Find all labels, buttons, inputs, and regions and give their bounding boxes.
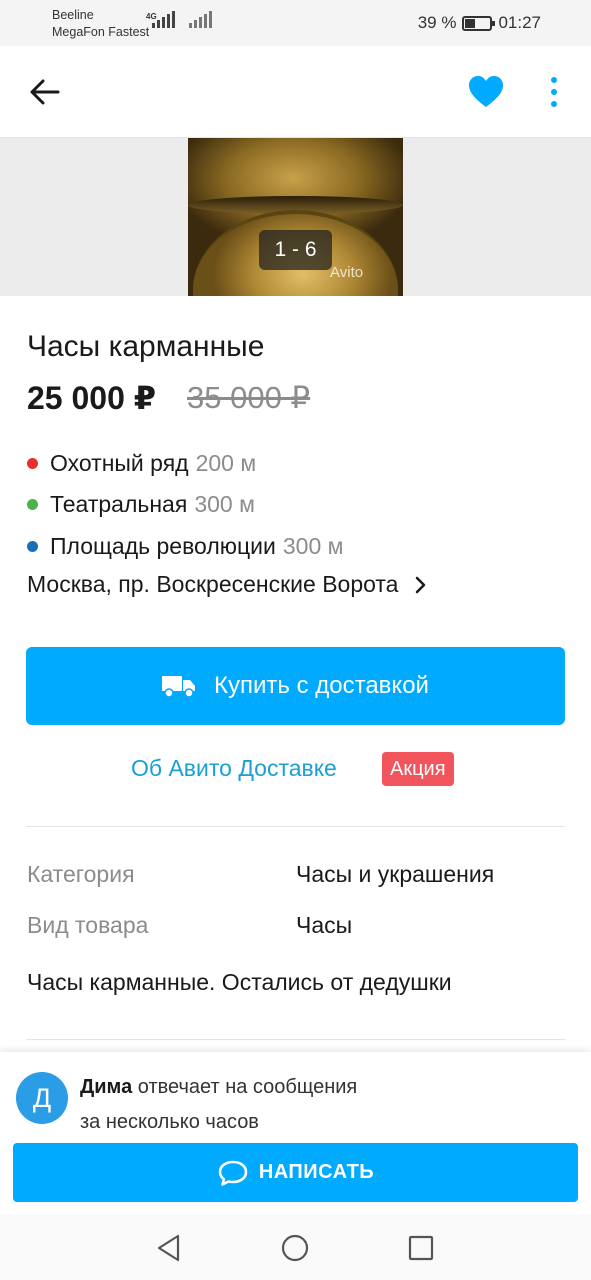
signal-1-icon <box>152 11 175 28</box>
signal-icons <box>146 11 212 28</box>
metro-distance: 200 м <box>195 450 257 476</box>
metro-line-dot <box>27 541 38 552</box>
param-value: Часы и украшения <box>296 861 495 887</box>
heart-icon[interactable] <box>466 74 506 110</box>
signal-2-icon <box>189 11 212 28</box>
promo-badge: Акция <box>382 752 454 786</box>
clock: 01:27 <box>498 13 541 32</box>
param-value: Часы <box>296 912 353 938</box>
seller-panel: Д Дима отвечает на сообщения за нескольк… <box>0 1052 591 1214</box>
param-label: Вид товара <box>27 912 149 938</box>
metro-distance: 300 м <box>194 491 255 517</box>
chat-bubble-icon <box>218 1160 248 1186</box>
avatar[interactable]: Д <box>16 1072 68 1124</box>
vertical-dots-icon[interactable] <box>540 74 568 110</box>
seller-reply-text-2: за несколько часов <box>80 1111 259 1133</box>
carrier-2: MegaFon Fastest <box>52 25 150 39</box>
metro-station: Площадь революции 300 м <box>27 533 343 560</box>
system-nav-bar <box>0 1214 591 1280</box>
address-text: Москва, пр. Воскресенские Ворота <box>27 571 399 597</box>
metro-station-name: Театральная <box>50 491 188 517</box>
delivery-info-link[interactable]: Об Авито Доставке <box>131 755 337 782</box>
arrow-left-icon[interactable] <box>26 74 66 110</box>
truck-icon <box>162 676 196 698</box>
app-bar <box>0 46 591 138</box>
listing-price: 25 000 ₽ <box>27 380 157 416</box>
carrier-1: Beeline <box>52 8 94 22</box>
divider <box>26 1039 565 1040</box>
triangle-back-icon[interactable] <box>154 1233 184 1263</box>
param-label: Категория <box>27 861 135 887</box>
seller-info: Дима отвечает на сообщения за несколько … <box>80 1070 440 1140</box>
metro-station-name: Площадь революции <box>50 533 276 559</box>
avito-watermark: Avito <box>330 264 364 281</box>
seller-name[interactable]: Дима <box>80 1076 132 1098</box>
listing-old-price: 35 000 ₽ <box>187 380 311 415</box>
listing-description: Часы карманные. Остались от дедушки <box>27 969 452 995</box>
divider <box>26 826 565 827</box>
metro-station: Охотный ряд 200 м <box>27 450 256 477</box>
metro-station: Театральная 300 м <box>27 491 255 518</box>
square-recents-icon[interactable] <box>406 1233 436 1263</box>
metro-line-dot <box>27 499 38 510</box>
circle-home-icon[interactable] <box>280 1233 310 1263</box>
chevron-right-icon <box>416 576 426 593</box>
battery-status: 39 % 01:27 <box>418 13 541 33</box>
write-button-label: НАПИСАТЬ <box>258 1161 375 1183</box>
write-message-button[interactable]: НАПИСАТЬ <box>13 1143 578 1202</box>
buy-button-label: Купить с доставкой <box>214 672 429 699</box>
listing-title: Часы карманные <box>27 330 265 363</box>
photo-counter: 1 - 6 <box>259 230 332 270</box>
buy-with-delivery-button[interactable]: Купить с доставкой <box>26 647 565 725</box>
address-link[interactable]: Москва, пр. Воскресенские Ворота <box>27 571 428 598</box>
status-bar: Beeline MegaFon Fastest 4G 39 % 01:27 <box>0 0 591 46</box>
item-photo[interactable] <box>188 138 403 296</box>
battery-icon <box>462 15 496 31</box>
seller-reply-text-1: отвечает на сообщения <box>137 1076 358 1098</box>
metro-distance: 300 м <box>282 533 344 559</box>
metro-line-dot <box>27 458 38 469</box>
carrier-names: Beeline MegaFon Fastest <box>52 7 149 41</box>
battery-percent: 39 % <box>417 13 457 32</box>
metro-station-name: Охотный ряд <box>50 450 189 476</box>
photo-gallery[interactable]: 1 - 6 Avito <box>0 138 591 296</box>
